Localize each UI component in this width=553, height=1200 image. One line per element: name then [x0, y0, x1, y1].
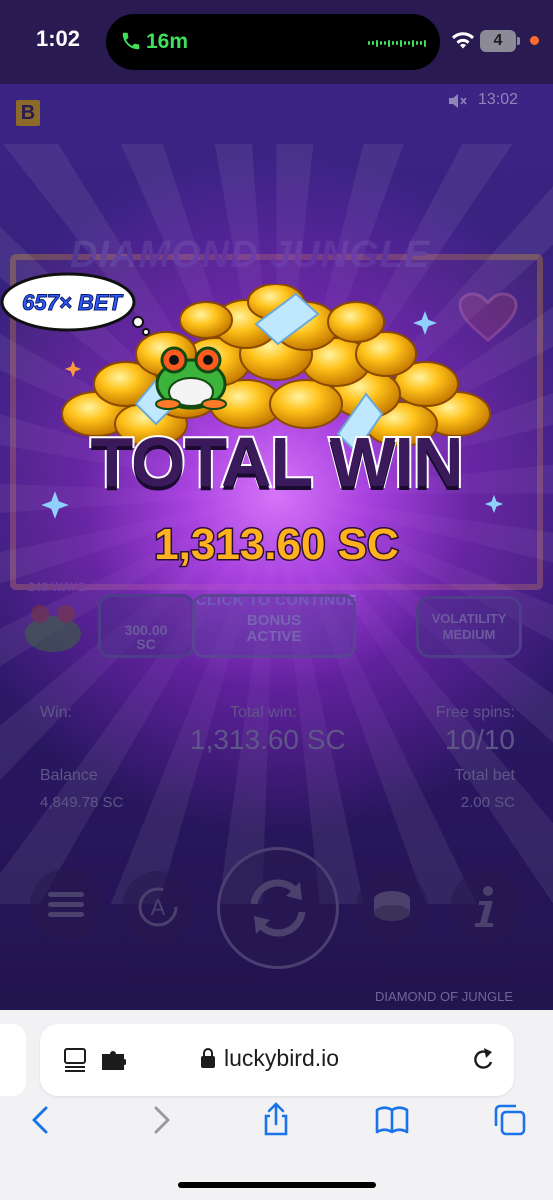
spin-icon — [250, 879, 306, 937]
total-win-amount: 1,313.60 SC — [153, 519, 401, 571]
status-time: 1:02 — [36, 26, 81, 51]
info-button[interactable] — [450, 871, 522, 943]
bonus-active-badge: BONUS ACTIVE — [192, 594, 356, 658]
wifi-icon — [452, 32, 474, 49]
total-win-label: Total win: — [230, 704, 297, 721]
spin-button[interactable] — [217, 847, 339, 969]
recording-dot-icon — [530, 36, 539, 45]
mute-icon[interactable] — [447, 92, 467, 110]
balance-value: 4,849.78 SC — [40, 794, 124, 811]
bonus-line1: BONUS — [246, 612, 302, 629]
info-icon — [475, 886, 493, 927]
phone-icon — [122, 32, 140, 50]
reload-icon[interactable] — [470, 1046, 496, 1074]
browser-toolbar: luckybird.io — [0, 1010, 553, 1200]
battery-indicator: 4 — [480, 30, 516, 52]
multiplier-badge: 657× BET — [22, 290, 123, 316]
address-bar[interactable]: luckybird.io — [40, 1024, 514, 1096]
forward-icon[interactable] — [142, 1102, 178, 1138]
free-spins-value: 10/10 — [444, 724, 515, 755]
total-bet-label: Total bet — [454, 767, 515, 784]
coin-stack-icon — [374, 891, 410, 921]
status-bar: 1:02 16m 4 — [0, 0, 553, 84]
bet-value-button[interactable]: 300.00 SC — [98, 594, 194, 658]
extensions-icon[interactable] — [100, 1050, 126, 1070]
frog-mascot-icon — [25, 605, 81, 652]
tabs-icon[interactable] — [492, 1102, 528, 1138]
frog-icon — [155, 346, 227, 410]
svg-text:A: A — [151, 895, 166, 920]
autoplay-button[interactable]: A — [122, 871, 194, 943]
url-text[interactable]: luckybird.io — [224, 1045, 339, 1072]
star-icon — [64, 360, 82, 378]
bookmarks-icon[interactable] — [374, 1102, 410, 1138]
lock-icon — [201, 1048, 215, 1068]
volatility-label: VOLATILITY — [431, 611, 507, 626]
menu-icon — [48, 892, 84, 917]
audio-wave-icon — [368, 39, 426, 47]
win-label: Win: — [40, 704, 72, 721]
home-indicator — [178, 1182, 376, 1188]
bet-coin-button[interactable] — [356, 871, 428, 943]
balance-label: Balance — [40, 767, 98, 784]
brand-logo: B — [16, 100, 40, 126]
dynamic-island[interactable]: 16m — [106, 14, 440, 70]
game-name-footer: DIAMOND OF JUNGLE — [375, 989, 513, 1004]
total-bet-value: 2.00 SC — [460, 794, 515, 811]
game-canvas[interactable]: B 13:02 DIAMOND JUNGLE 243 WAYS 657× BET… — [0, 84, 553, 1010]
previous-tab-preview[interactable] — [0, 1024, 26, 1096]
page-menu-icon[interactable] — [62, 1046, 90, 1074]
autoplay-icon: A — [138, 887, 178, 927]
back-icon[interactable] — [24, 1102, 60, 1138]
game-logo: DIAMOND JUNGLE — [70, 234, 431, 276]
battery-tip — [517, 37, 520, 45]
star-icon — [413, 311, 437, 335]
free-spins-label: Free spins: — [435, 704, 515, 721]
volatility-badge: VOLATILITY MEDIUM — [416, 596, 522, 658]
bonus-line2: ACTIVE — [246, 628, 302, 645]
total-win-title: TOTAL WIN — [88, 421, 465, 503]
call-duration: 16m — [146, 30, 189, 53]
share-icon[interactable] — [258, 1102, 294, 1138]
game-clock: 13:02 — [478, 91, 519, 108]
volatility-value: MEDIUM — [442, 627, 496, 642]
total-win-value: 1,313.60 SC — [190, 724, 346, 755]
menu-button[interactable] — [30, 869, 102, 941]
bet-value: 300.00 SC — [124, 622, 168, 652]
